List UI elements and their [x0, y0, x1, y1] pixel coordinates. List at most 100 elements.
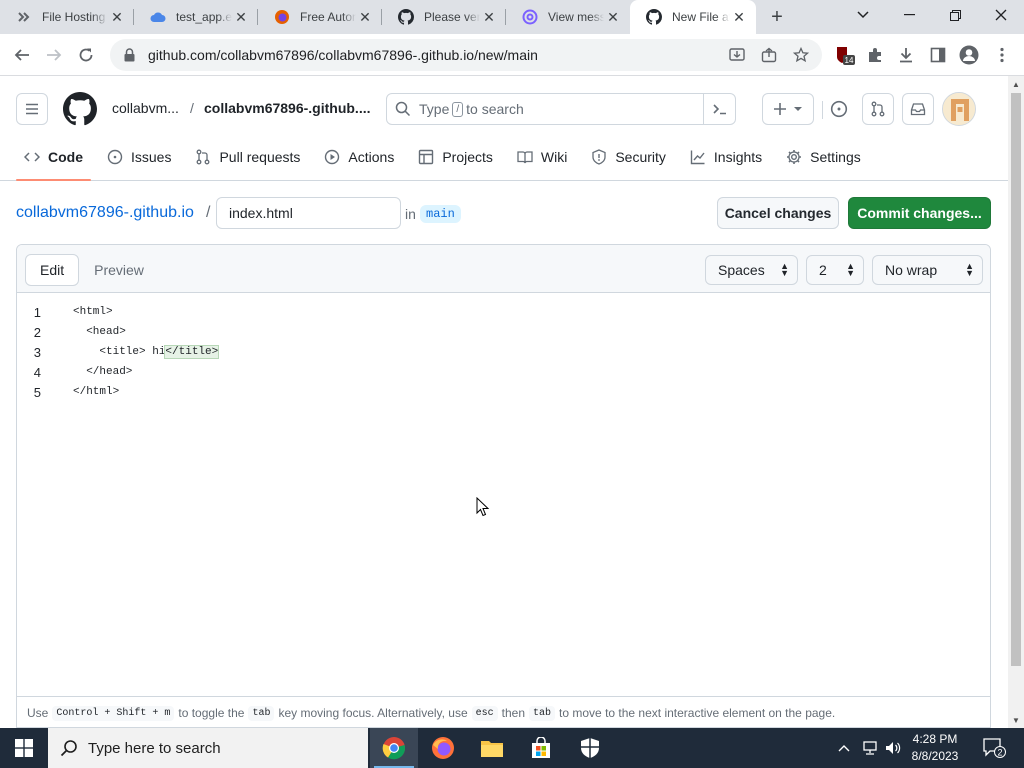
show-hidden-icons-chevron[interactable] [838, 728, 850, 768]
ublock-extension-icon[interactable]: 14 [830, 41, 858, 69]
issues-button[interactable] [823, 93, 855, 125]
code-line: 3 <title> hi</title> [17, 342, 990, 362]
taskbar-chrome[interactable] [370, 728, 418, 768]
github-header: collabvm... / collabvm67896-.github.... … [0, 76, 1008, 181]
cancel-changes-button[interactable]: Cancel changes [717, 197, 839, 229]
close-icon[interactable]: ✕ [604, 8, 622, 26]
plus-icon [774, 103, 786, 115]
create-new-button[interactable] [762, 93, 814, 125]
chrome-menu-icon[interactable] [988, 41, 1016, 69]
repo-link[interactable]: collabvm67896-.github.io [16, 204, 194, 222]
line-number: 2 [33, 324, 41, 340]
hint-key: tab [248, 705, 275, 721]
tab-edit[interactable]: Edit [25, 254, 80, 286]
code-line: 2 <head> [17, 322, 990, 342]
side-panel-icon[interactable] [924, 41, 952, 69]
indent-mode-select[interactable]: Spaces ▲ ▼ [705, 255, 798, 285]
taskbar-firefox[interactable] [419, 728, 467, 768]
notification-center-button[interactable]: 2 [982, 728, 1006, 768]
tab-code[interactable]: Code [16, 142, 91, 181]
filename-input[interactable] [216, 197, 401, 229]
reload-icon[interactable] [72, 41, 100, 69]
branch-badge: main [420, 205, 461, 223]
share-icon[interactable] [756, 42, 782, 68]
user-avatar[interactable] [942, 92, 976, 126]
new-tab-button[interactable]: + [764, 5, 790, 29]
address-bar[interactable]: github.com/collabvm67896/collabvm67896-.… [110, 39, 822, 71]
hamburger-menu-button[interactable] [16, 93, 48, 125]
page-scrollbar[interactable]: ▲ ▼ [1008, 76, 1024, 728]
wrap-mode-select[interactable]: No wrap ▲ ▼ [872, 255, 983, 285]
install-app-icon[interactable] [724, 42, 750, 68]
close-icon[interactable]: ✕ [232, 8, 250, 26]
profile-avatar-icon[interactable] [955, 41, 983, 69]
scrollbar-thumb[interactable] [1011, 93, 1021, 666]
network-icon[interactable] [862, 728, 880, 768]
github-logo-icon[interactable] [63, 92, 97, 126]
close-icon[interactable]: ✕ [108, 8, 126, 26]
search-icon [395, 101, 411, 117]
taskbar-search-input[interactable]: Type here to search [48, 728, 368, 768]
tab-insights[interactable]: Insights [682, 142, 770, 172]
window-close-button[interactable] [978, 0, 1024, 30]
issue-opened-icon [830, 100, 848, 118]
tab-settings[interactable]: Settings [778, 142, 869, 172]
browser-toolbar: github.com/collabvm67896/collabvm67896-.… [0, 34, 1024, 76]
tab-title: View messa [548, 10, 604, 24]
code-icon [24, 149, 40, 165]
command-palette-button[interactable] [703, 94, 735, 124]
close-icon[interactable]: ✕ [730, 8, 748, 26]
repo-breadcrumb[interactable]: collabvm67896-.github.... [204, 100, 371, 116]
indent-size-select[interactable]: 2 ▲ ▼ [806, 255, 864, 285]
browser-tab-view-message[interactable]: View messa ✕ [506, 0, 630, 34]
browser-tab-test-app[interactable]: test_app.exe ✕ [134, 0, 258, 34]
tab-label: Wiki [540, 149, 568, 165]
inbox-button[interactable] [902, 93, 934, 125]
line-content: <head> [73, 326, 126, 338]
scroll-up-icon[interactable]: ▲ [1008, 76, 1024, 92]
line-text: <title> hi [73, 346, 166, 358]
tab-issues[interactable]: Issues [99, 142, 179, 172]
taskbar-store[interactable] [517, 728, 565, 768]
tab-preview[interactable]: Preview [79, 254, 159, 286]
pull-requests-button[interactable] [862, 93, 894, 125]
downloads-icon[interactable] [892, 41, 920, 69]
tab-projects[interactable]: Projects [410, 142, 501, 172]
windows-start-button[interactable] [0, 728, 48, 768]
line-number: 1 [33, 304, 41, 320]
bookmark-star-icon[interactable] [788, 42, 814, 68]
browser-tab-new-file[interactable]: New File at ✕ [630, 0, 756, 34]
tab-security[interactable]: Security [583, 142, 674, 172]
browser-tab-please-verify[interactable]: Please verif ✕ [382, 0, 506, 34]
tab-actions[interactable]: Actions [316, 142, 402, 172]
close-icon[interactable]: ✕ [480, 8, 498, 26]
taskbar-file-explorer[interactable] [468, 728, 516, 768]
system-clock[interactable]: 4:28 PM 8/8/2023 [903, 731, 967, 765]
pull-request-icon [871, 101, 885, 117]
code-area[interactable]: 1 <html> 2 <head> 3 <title> hi</title> 4 … [17, 302, 990, 402]
search-shortcut-key: / [452, 101, 464, 117]
scroll-down-icon[interactable]: ▼ [1008, 712, 1024, 728]
restore-button[interactable] [932, 0, 978, 30]
close-icon[interactable]: ✕ [356, 8, 374, 26]
editor-toolbar: Edit Preview Spaces ▲ ▼ 2 ▲ ▼ No wrap ▲ ▼ [17, 245, 990, 293]
tab-pull-requests[interactable]: Pull requests [187, 142, 308, 172]
browser-tab-free-autom[interactable]: Free Autom ✕ [258, 0, 382, 34]
tab-search-chevron-icon[interactable] [840, 0, 886, 30]
select-caret-icon: ▲ ▼ [965, 261, 974, 278]
back-arrow-icon[interactable] [8, 41, 36, 69]
tab-wiki[interactable]: Wiki [509, 142, 575, 172]
extensions-puzzle-icon[interactable] [861, 41, 889, 69]
forward-arrow-icon[interactable] [40, 41, 68, 69]
volume-icon[interactable] [884, 728, 902, 768]
minimize-button[interactable] [886, 0, 932, 30]
taskbar-security-app[interactable] [566, 728, 614, 768]
owner-breadcrumb[interactable]: collabvm... [112, 100, 179, 116]
extension-badge-count: 14 [845, 56, 854, 65]
tab-title: Please verif [424, 10, 480, 24]
browser-tab-file-hosting[interactable]: File Hosting ✕ [0, 0, 134, 34]
search-placeholder-prefix: Type [419, 101, 450, 117]
search-input[interactable]: Type / to search [386, 93, 736, 125]
menu-icon [26, 103, 38, 115]
commit-changes-button[interactable]: Commit changes... [848, 197, 991, 229]
